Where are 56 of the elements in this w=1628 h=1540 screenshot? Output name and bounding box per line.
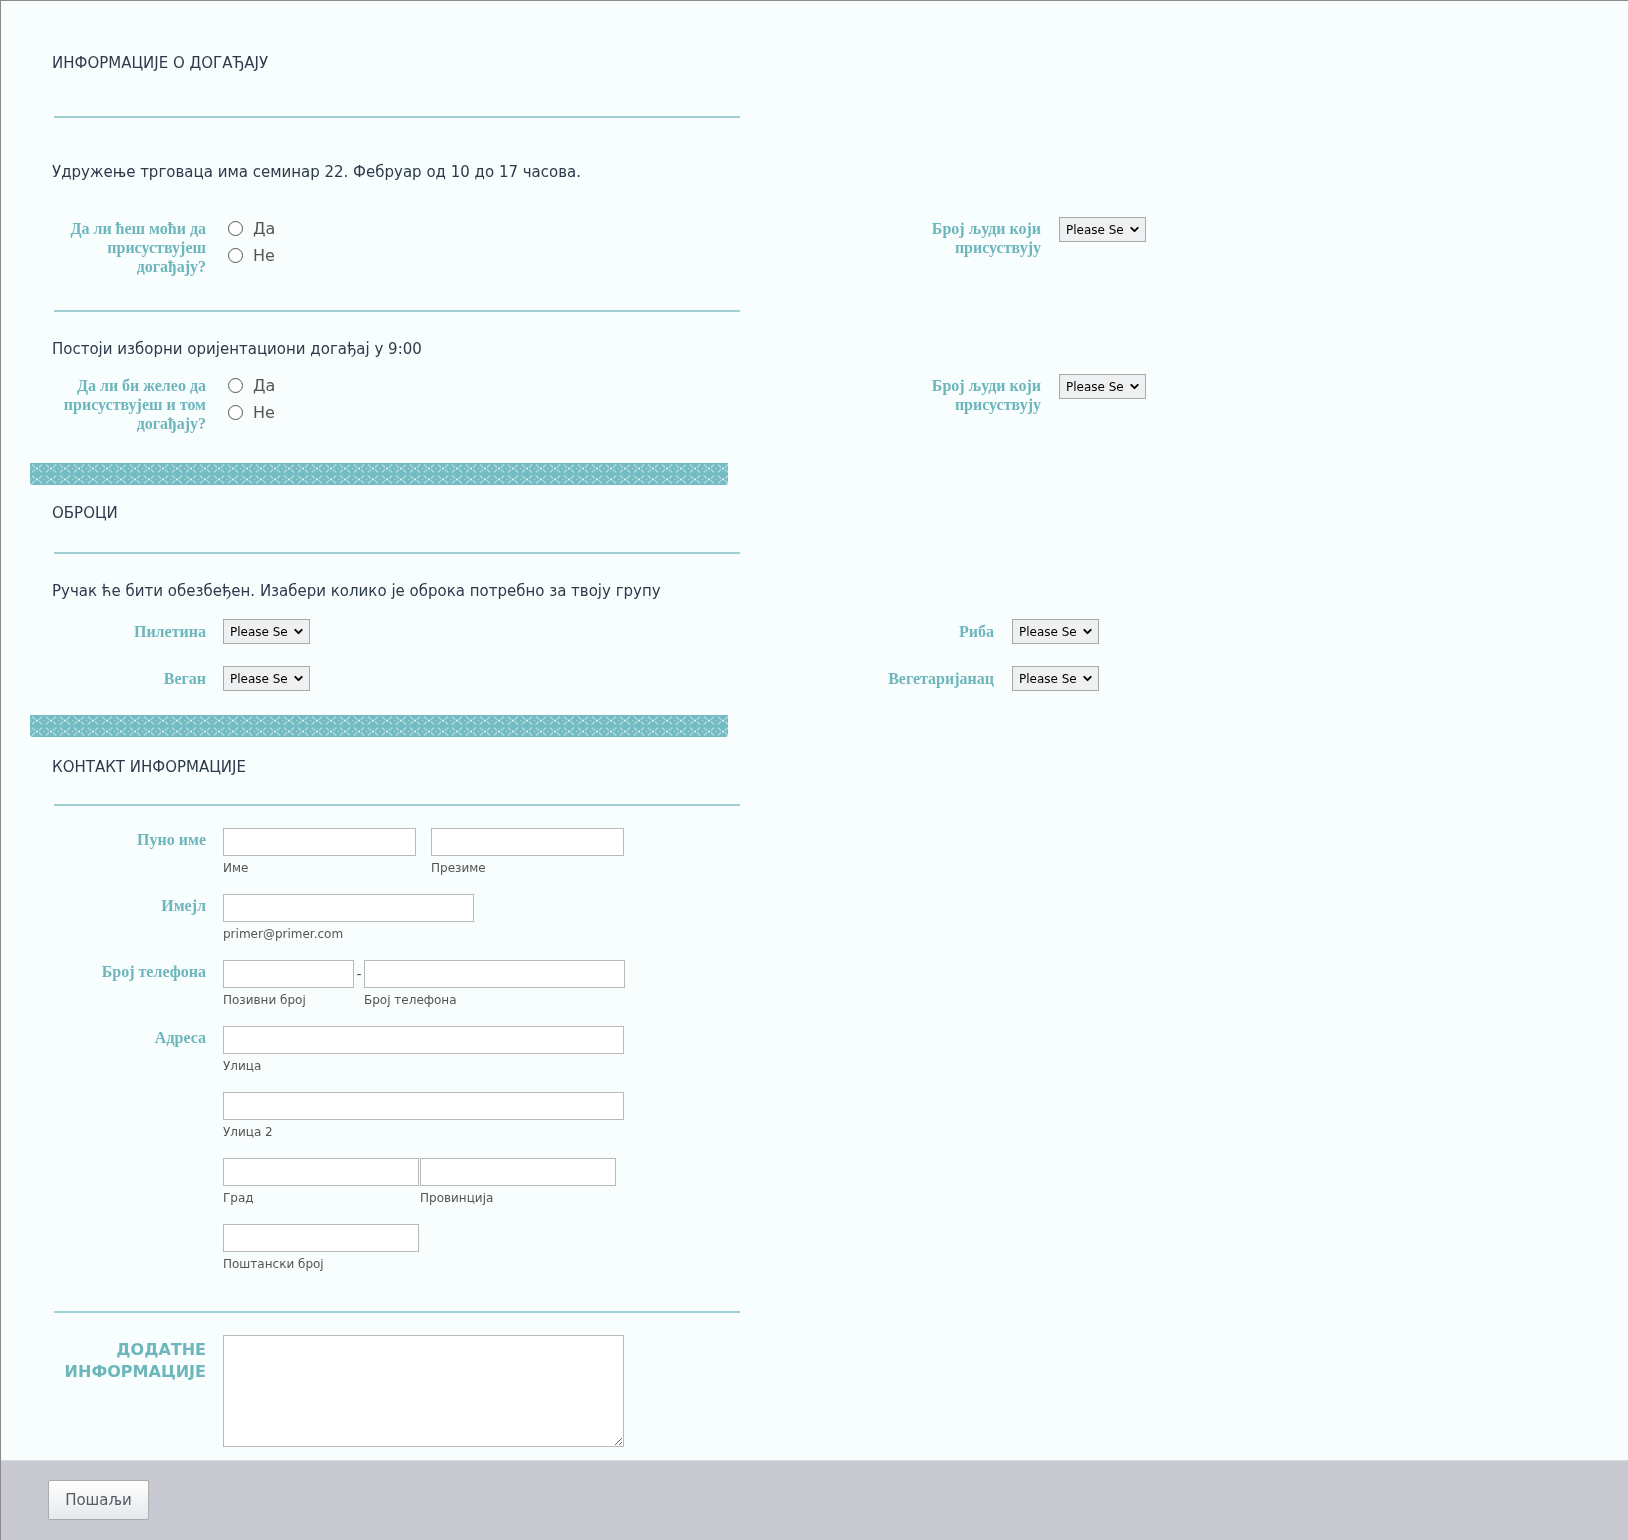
submit-button[interactable]: Пошаљи bbox=[48, 1480, 149, 1520]
separator-text: - bbox=[355, 965, 363, 984]
field-label: Пуно име bbox=[136, 830, 206, 851]
text-input[interactable] bbox=[364, 960, 625, 988]
field-sublabel: Презиме bbox=[431, 860, 486, 876]
field-label: Број људи који присуствују bbox=[930, 219, 1041, 259]
field-sublabel: Улица bbox=[223, 1058, 262, 1074]
description-text: Постоји изборни оријентациони догађај у 9:00 bbox=[52, 339, 422, 359]
dropdown-select[interactable]: Please Se bbox=[1059, 374, 1146, 399]
description-text: Ручак ће бити обезбеђен. Изабери колико је оброка потребно за твоју групу bbox=[52, 581, 661, 601]
field-sublabel: Улица 2 bbox=[223, 1124, 273, 1140]
field-sublabel: primer@primer.com bbox=[223, 926, 344, 942]
description-text: Удружење трговаца има семинар 22. Фебруар од 10 до 17 часова. bbox=[52, 162, 581, 182]
field-label: Веган bbox=[162, 669, 206, 688]
section-title: КОНТАКТ ИНФОРМАЦИЈЕ bbox=[52, 757, 246, 777]
text-input[interactable] bbox=[223, 1092, 624, 1120]
field-label: Да ли би желео да присуствујеш и том догађају? bbox=[62, 376, 206, 433]
field-label: Број телефона bbox=[100, 962, 206, 983]
field-sublabel: Име bbox=[223, 860, 249, 876]
text-area[interactable] bbox=[223, 1335, 624, 1447]
radio-button[interactable] bbox=[228, 378, 243, 393]
section-title: ИНФОРМАЦИЈЕ О ДОГАЂАЈУ bbox=[52, 53, 269, 73]
field-label: Риба bbox=[958, 622, 994, 641]
field-label: Адреса bbox=[153, 1028, 206, 1049]
dropdown-select[interactable]: Please Se bbox=[1012, 666, 1099, 691]
field-sublabel: Позивни број bbox=[223, 992, 306, 1008]
field-sublabel: Поштански број bbox=[223, 1256, 324, 1272]
field-label: ДОДАТНЕ ИНФОРМАЦИЈЕ bbox=[63, 1339, 206, 1383]
dropdown-select[interactable]: Please Se bbox=[223, 619, 310, 644]
field-label: Вегетаријанац bbox=[887, 669, 994, 688]
radio-option-label: Да bbox=[253, 374, 276, 397]
text-input[interactable] bbox=[223, 1224, 419, 1252]
field-label: Пилетина bbox=[132, 622, 206, 641]
text-input[interactable] bbox=[223, 1026, 624, 1054]
radio-option-label: Не bbox=[253, 401, 275, 424]
dropdown-select[interactable]: Please Se bbox=[1059, 217, 1146, 242]
field-label: Имејл bbox=[160, 896, 206, 917]
field-sublabel: Провинција bbox=[420, 1190, 494, 1206]
radio-button[interactable] bbox=[228, 248, 243, 263]
radio-button[interactable] bbox=[228, 221, 243, 236]
text-input[interactable] bbox=[223, 894, 474, 922]
radio-option-label: Да bbox=[253, 217, 276, 240]
radio-button[interactable] bbox=[228, 405, 243, 420]
field-sublabel: Број телефона bbox=[364, 992, 457, 1008]
field-label: Да ли ћеш моћи да присуствујеш догађају? bbox=[69, 219, 206, 276]
dropdown-select[interactable]: Please Se bbox=[1012, 619, 1099, 644]
section-title: ОБРОЦИ bbox=[52, 503, 118, 523]
text-input[interactable] bbox=[431, 828, 624, 856]
field-sublabel: Град bbox=[223, 1190, 254, 1206]
field-label: Број људи који присуствују bbox=[930, 376, 1041, 416]
radio-option-label: Не bbox=[253, 244, 275, 267]
dropdown-select[interactable]: Please Se bbox=[223, 666, 310, 691]
text-input[interactable] bbox=[223, 960, 354, 988]
text-input[interactable] bbox=[223, 828, 416, 856]
text-input[interactable] bbox=[420, 1158, 616, 1186]
text-input[interactable] bbox=[223, 1158, 419, 1186]
